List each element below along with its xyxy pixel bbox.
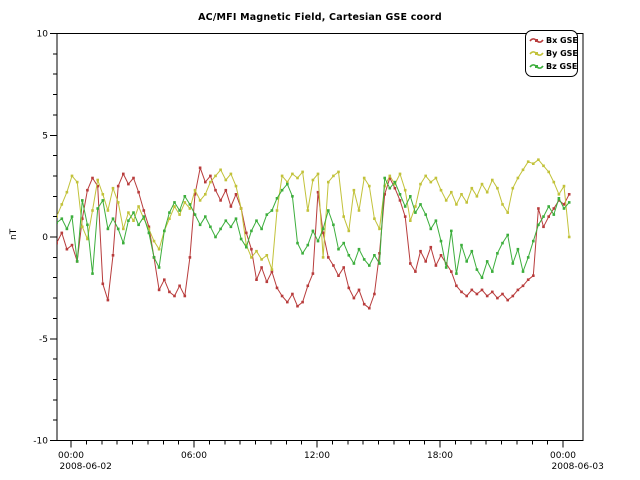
series-bz-gse xyxy=(55,177,570,279)
y-tick-label: 10 xyxy=(37,30,49,40)
y-axis-label: nT xyxy=(9,228,19,240)
x-tick-label: 12:00 xyxy=(304,451,330,461)
y-tick-label: -5 xyxy=(39,335,48,345)
series-bx-gse xyxy=(55,167,570,310)
x-tick-label: 18:00 xyxy=(427,451,453,461)
legend-label-bx: Bx GSE xyxy=(546,36,578,45)
legend-label-by: By GSE xyxy=(546,49,578,58)
chart-window: AC/MFI Magnetic Field, Cartesian GSE coo… xyxy=(0,0,640,480)
bx-series-line-icon xyxy=(529,36,544,45)
x-tick-label: 00:00 xyxy=(58,451,84,461)
y-tick-label: -10 xyxy=(33,437,48,447)
bz-series-line-icon xyxy=(529,62,544,71)
by-series-line-icon xyxy=(529,49,544,58)
legend-label-bz: Bz GSE xyxy=(546,62,577,71)
legend: Bx GSE By GSE Bz GSE xyxy=(525,30,578,77)
legend-item-by: By GSE xyxy=(529,47,575,60)
x-tick-label: 00:00 xyxy=(550,451,576,461)
y-tick-label: 5 xyxy=(42,131,48,141)
x-date-label: 2008-06-02 xyxy=(60,462,112,472)
x-tick-label: 06:00 xyxy=(181,451,207,461)
legend-item-bz: Bz GSE xyxy=(529,60,575,73)
y-tick-label: 0 xyxy=(42,233,48,243)
x-date-label: 2008-06-03 xyxy=(552,462,604,472)
legend-item-bx: Bx GSE xyxy=(529,34,575,47)
